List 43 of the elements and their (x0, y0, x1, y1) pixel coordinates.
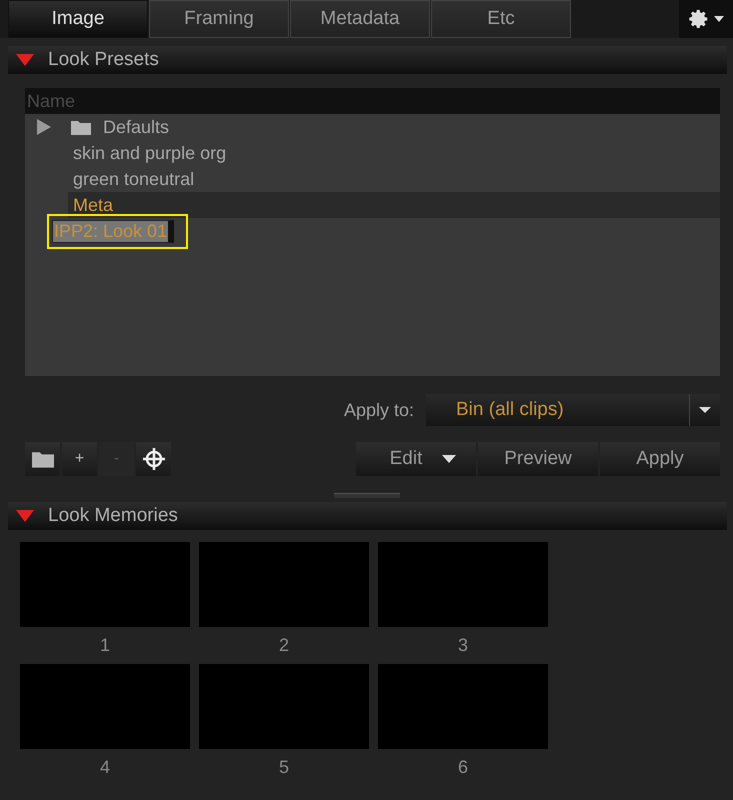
action-button[interactable]: Preview (478, 442, 598, 476)
tab[interactable]: Metadata (290, 0, 430, 38)
list-item[interactable]: Defaults (103, 116, 170, 138)
list-item[interactable]: skin and purple org (73, 142, 226, 164)
folder-icon (71, 119, 91, 135)
tab[interactable]: Etc (431, 0, 571, 38)
list-row[interactable]: Meta (68, 192, 720, 218)
memory-slot[interactable] (199, 542, 369, 627)
folder-button[interactable] (25, 442, 60, 476)
apply-to-label: Apply to: (344, 400, 414, 420)
splitter-handle[interactable] (334, 493, 400, 498)
slot-number: 5 (278, 757, 289, 778)
settings-button[interactable] (679, 0, 733, 38)
column-header: Name (25, 88, 720, 114)
slot-number: 4 (100, 757, 110, 778)
memory-slot[interactable] (378, 664, 548, 749)
slot-number: 1 (100, 635, 110, 656)
action-button[interactable]: Apply (600, 442, 720, 476)
apply-to-dropdown[interactable]: Bin (all clips) (426, 394, 720, 426)
memory-slot[interactable] (199, 664, 369, 749)
slot-number: 2 (278, 635, 289, 656)
expand-arrow-icon[interactable] (37, 119, 51, 135)
caret-icon (442, 455, 456, 463)
memory-slot[interactable] (378, 542, 548, 627)
slot-number: 6 (458, 757, 468, 778)
crosshair-button[interactable] (136, 442, 171, 476)
list-item[interactable]: green toneutral (73, 168, 194, 190)
gear-icon (688, 8, 710, 30)
caret-icon (699, 407, 711, 413)
action-button[interactable]: Edit (356, 442, 476, 476)
memory-slot[interactable] (20, 542, 190, 627)
caret-icon (714, 16, 724, 22)
collapse-triangle-icon[interactable] (16, 510, 34, 522)
memory-slot[interactable] (20, 664, 190, 749)
collapse-triangle-icon[interactable] (16, 54, 34, 66)
tab[interactable]: Framing (149, 0, 289, 38)
tool-button[interactable]: + (62, 442, 97, 476)
crosshair-icon (142, 447, 166, 471)
section-title: Look Memories (48, 505, 178, 527)
slot-number: 3 (458, 635, 468, 656)
folder-icon (32, 450, 54, 468)
tab[interactable]: Image (8, 0, 148, 38)
section-title: Look Presets (48, 49, 159, 71)
